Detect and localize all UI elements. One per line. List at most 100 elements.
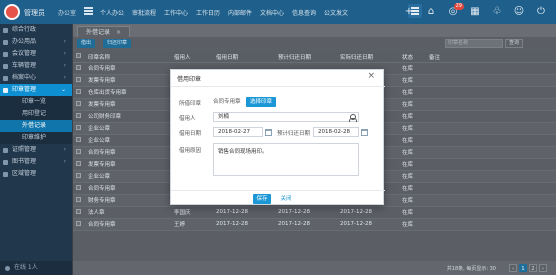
lend-button[interactable]: 借出: [77, 39, 96, 48]
row-checkbox[interactable]: [73, 182, 85, 195]
book-icon: [3, 160, 8, 165]
page-number[interactable]: 1: [519, 264, 527, 272]
table-row[interactable]: 法人章 李国庆 2017-12-28 2017-12-28 2017-12-28 在库: [73, 206, 556, 219]
nav-item[interactable]: 审批流程: [132, 8, 164, 17]
cell-borrower: 李国庆: [171, 206, 213, 219]
save-button[interactable]: 保存: [253, 194, 271, 204]
nav-item[interactable]: 个人办公: [100, 8, 132, 17]
chevron-right-icon: ›: [63, 74, 66, 81]
pagination-summary: 共18条, 每页显示: 30: [446, 266, 496, 272]
sidebar-item-books[interactable]: 图书管理 ›: [0, 156, 72, 168]
cell-remark: [426, 146, 556, 159]
table-row[interactable]: 合同专用章 王婷 2017-12-28 2017-12-28 2017-12-28 在库: [73, 218, 556, 231]
cell-status: 在库: [399, 194, 426, 207]
calendar-icon[interactable]: ▦: [468, 5, 482, 19]
box-icon: [3, 40, 8, 45]
select-all-checkbox[interactable]: [73, 52, 85, 63]
tab-lend-records[interactable]: 外借记录 ×: [77, 26, 131, 37]
close-icon[interactable]: ×: [116, 29, 121, 36]
column-header: 借用日期: [213, 52, 275, 63]
row-checkbox[interactable]: [73, 134, 85, 147]
sidebar-sub-seal-list[interactable]: 印章一览: [0, 96, 72, 108]
cell-remark: [426, 206, 556, 219]
sidebar-item-region[interactable]: 区域管理: [0, 168, 72, 180]
user-icon[interactable]: ☺: [512, 5, 526, 19]
row-checkbox[interactable]: [73, 218, 85, 231]
certificate-icon: [3, 148, 8, 153]
chevron-right-icon: ›: [63, 158, 66, 165]
sidebar-sub-seal-usage[interactable]: 用印登记: [0, 108, 72, 120]
sidebar-item-meeting[interactable]: 会议管理 ›: [0, 48, 72, 60]
calendar-icon[interactable]: [361, 129, 368, 136]
chevron-right-icon: ›: [63, 146, 66, 153]
row-checkbox[interactable]: [73, 194, 85, 207]
brand-subtitle: 办公室: [58, 10, 77, 17]
borrow-date-label: 借用日期: [179, 131, 202, 137]
sidebar-item-admin[interactable]: 综合行政: [0, 24, 72, 36]
sidebar-item-label: 车辆管理: [12, 62, 37, 69]
row-checkbox[interactable]: [73, 74, 85, 87]
reason-textarea[interactable]: 销售合同现场用印。: [213, 143, 359, 176]
nav-item[interactable]: 工作中心: [164, 8, 196, 17]
row-checkbox[interactable]: [73, 122, 85, 135]
reason-label: 借用原因: [179, 148, 202, 154]
row-checkbox[interactable]: [73, 158, 85, 171]
home-icon[interactable]: ⌂: [424, 5, 438, 19]
cell-remark: [426, 74, 556, 87]
next-page-button[interactable]: ›: [539, 264, 547, 272]
row-checkbox[interactable]: [73, 98, 85, 111]
row-checkbox[interactable]: [73, 170, 85, 183]
sidebar-item-seal[interactable]: 印章管理 ⌄: [0, 84, 72, 96]
cell-status: 在库: [399, 110, 426, 123]
divider: [171, 190, 385, 191]
close-icon[interactable]: ×: [367, 71, 375, 81]
row-checkbox[interactable]: [73, 146, 85, 159]
calendar-icon[interactable]: [265, 129, 272, 136]
cell-remark: [426, 158, 556, 171]
page-number[interactable]: 2: [529, 264, 537, 272]
close-button[interactable]: 关闭: [275, 194, 297, 204]
prev-page-button[interactable]: ‹: [509, 264, 517, 272]
notification-icon[interactable]: ◎ 29: [446, 3, 464, 19]
cell-seal-name: 合同专用章: [85, 62, 171, 75]
sidebar-item-label: 区域管理: [12, 170, 37, 177]
menu-toggle-icon[interactable]: [84, 7, 93, 15]
cell-remark: [426, 122, 556, 135]
nav-item[interactable]: 内部邮件: [228, 8, 260, 17]
user-picker-icon[interactable]: [349, 114, 357, 122]
due-date-input[interactable]: 2018-02-28: [313, 127, 359, 137]
cell-remark: [426, 218, 556, 231]
column-header: 预计归还日期: [275, 52, 337, 63]
sidebar-item-archive[interactable]: 档案中心 ›: [0, 72, 72, 84]
nav-item[interactable]: 公文发文: [324, 8, 356, 17]
search-input[interactable]: 印章名称: [445, 39, 503, 48]
row-checkbox[interactable]: [73, 110, 85, 123]
row-checkbox[interactable]: [73, 86, 85, 99]
sidebar-item-vehicle[interactable]: 车辆管理 ›: [0, 60, 72, 72]
borrow-date-input[interactable]: 2018-02-27: [213, 127, 263, 137]
sidebar-item-license[interactable]: 证照管理 ›: [0, 144, 72, 156]
sidebar-sub-lend-records[interactable]: 外借记录: [0, 120, 72, 132]
power-icon[interactable]: ⏻: [534, 5, 548, 19]
search-button[interactable]: 查询: [505, 39, 523, 48]
nav-item[interactable]: 信息查询: [292, 8, 324, 17]
row-checkbox[interactable]: [73, 206, 85, 219]
column-header: 实际归还日期: [337, 52, 399, 63]
plus-icon[interactable]: +: [402, 5, 416, 19]
cell-status: 在库: [399, 98, 426, 111]
cell-seal-name: 公司财务印章: [85, 110, 171, 123]
sidebar-sub-seal-maintenance[interactable]: 印章维护: [0, 132, 72, 144]
select-seal-button[interactable]: 选择印章: [246, 97, 277, 107]
sidebar-item-label: 图书管理: [12, 158, 37, 165]
shirt-icon[interactable]: ♧: [490, 5, 504, 19]
page-size[interactable]: 30: [490, 266, 496, 272]
borrower-input[interactable]: 刘楠: [213, 112, 359, 122]
region-icon: [3, 172, 8, 177]
nav-item[interactable]: 文档中心: [260, 8, 292, 17]
grid-icon: [3, 28, 8, 33]
return-seal-button[interactable]: 归还印章: [103, 39, 132, 48]
row-checkbox[interactable]: [73, 62, 85, 75]
sidebar-item-supplies[interactable]: 办公用品 ›: [0, 36, 72, 48]
cell-due-date: 2017-12-28: [275, 218, 337, 231]
nav-item[interactable]: 工作日历: [196, 8, 228, 17]
